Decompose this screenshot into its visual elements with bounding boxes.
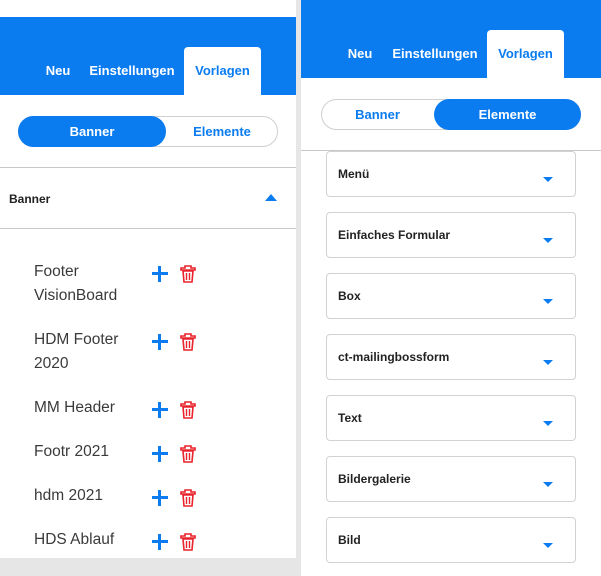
element-card-bild[interactable]: Bild (326, 517, 576, 563)
element-label: Box (338, 289, 361, 303)
element-card-text[interactable]: Text (326, 395, 576, 441)
plus-icon[interactable] (152, 402, 168, 418)
plus-icon[interactable] (152, 534, 168, 550)
tab-neu[interactable]: Neu (39, 47, 77, 95)
banner-elemente-toggle: Banner Elemente (321, 99, 581, 130)
plus-icon[interactable] (152, 490, 168, 506)
caret-down-icon (543, 299, 553, 304)
plus-icon[interactable] (152, 446, 168, 462)
element-label: Einfaches Formular (338, 228, 451, 242)
element-card-bildergalerie[interactable]: Bildergalerie (326, 456, 576, 502)
tab-einstellungen[interactable]: Einstellungen (389, 30, 481, 78)
panel-header: Neu Einstellungen Vorlagen (301, 0, 601, 78)
templates-panel-elements: Neu Einstellungen Vorlagen Banner Elemen… (301, 0, 601, 576)
trash-icon[interactable] (180, 445, 196, 463)
divider (0, 167, 296, 168)
banner-section-title[interactable]: Banner (9, 192, 50, 206)
trash-icon[interactable] (180, 401, 196, 419)
element-label: Bild (338, 533, 361, 547)
toggle-banner-button[interactable]: Banner (18, 116, 166, 147)
toggle-banner-button[interactable]: Banner (321, 99, 434, 130)
element-label: ct-mailingbossform (338, 350, 450, 364)
element-label: Menü (338, 167, 370, 181)
trash-icon[interactable] (180, 265, 196, 283)
element-card-box[interactable]: Box (326, 273, 576, 319)
trash-icon[interactable] (180, 489, 196, 507)
template-name: Footr 2021 (34, 443, 109, 460)
toggle-elemente-button[interactable]: Elemente (434, 99, 581, 130)
caret-down-icon (543, 177, 553, 182)
panel-header: Neu Einstellungen Vorlagen (0, 17, 296, 95)
tab-einstellungen[interactable]: Einstellungen (86, 47, 178, 95)
caret-down-icon (543, 482, 553, 487)
caret-up-icon[interactable] (265, 194, 277, 201)
tab-vorlagen[interactable]: Vorlagen (487, 30, 564, 78)
caret-down-icon (543, 360, 553, 365)
caret-down-icon (543, 421, 553, 426)
banner-elemente-toggle: Banner Elemente (18, 116, 278, 147)
template-name: Footer VisionBoard (34, 263, 118, 304)
caret-down-icon (543, 238, 553, 243)
template-name: HDM Footer 2020 (34, 331, 119, 372)
template-name: MM Header (34, 399, 115, 416)
trash-icon[interactable] (180, 533, 196, 551)
template-name: HDS Ablauf (34, 531, 115, 548)
element-card-menu[interactable]: Menü (326, 151, 576, 197)
plus-icon[interactable] (152, 334, 168, 350)
templates-panel-banner: Neu Einstellungen Vorlagen Banner Elemen… (0, 0, 296, 558)
element-card-einfaches-formular[interactable]: Einfaches Formular (326, 212, 576, 258)
tab-neu[interactable]: Neu (341, 30, 379, 78)
element-card-ct-mailingbossform[interactable]: ct-mailingbossform (326, 334, 576, 380)
caret-down-icon (543, 543, 553, 548)
element-label: Text (338, 411, 362, 425)
trash-icon[interactable] (180, 333, 196, 351)
divider (0, 228, 296, 229)
template-name: hdm 2021 (34, 487, 103, 504)
toggle-elemente-button[interactable]: Elemente (166, 116, 278, 147)
element-label: Bildergalerie (338, 472, 411, 486)
plus-icon[interactable] (152, 266, 168, 282)
tab-vorlagen[interactable]: Vorlagen (184, 47, 261, 95)
